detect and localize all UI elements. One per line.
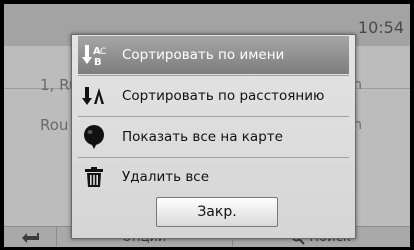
sort-alpha-icon: A C B: [78, 36, 110, 74]
list-item-text: Rou: [40, 116, 69, 134]
svg-text:B: B: [94, 57, 102, 67]
trash-icon: [78, 158, 110, 196]
menu-item-label: Сортировать по расстоянию: [122, 88, 325, 104]
svg-text:C: C: [100, 47, 106, 57]
menu-item-sort-by-name[interactable]: A C B Сортировать по имени: [78, 36, 349, 74]
clock: 10:54: [357, 18, 404, 37]
divider: [78, 116, 349, 117]
options-menu: A C B Сортировать по имени Сортировать п…: [71, 34, 356, 239]
menu-item-label: Удалить все: [122, 169, 210, 185]
screen: 10:54 1, Ru m Rou m Опции Поиск: [4, 4, 410, 247]
menu-item-label: Показать все на карте: [122, 129, 283, 145]
divider: [78, 75, 349, 76]
map-pin-icon: [78, 118, 110, 156]
close-button[interactable]: Закр.: [156, 197, 278, 227]
menu-item-label: Сортировать по имени: [122, 47, 285, 63]
back-arrow-icon: [22, 232, 39, 243]
menu-item-delete-all[interactable]: Удалить все: [78, 158, 349, 196]
sort-distance-icon: [78, 77, 110, 115]
back-button[interactable]: [4, 227, 57, 247]
menu-item-sort-by-distance[interactable]: Сортировать по расстоянию: [78, 77, 349, 115]
menu-item-show-all-on-map[interactable]: Показать все на карте: [78, 118, 349, 156]
